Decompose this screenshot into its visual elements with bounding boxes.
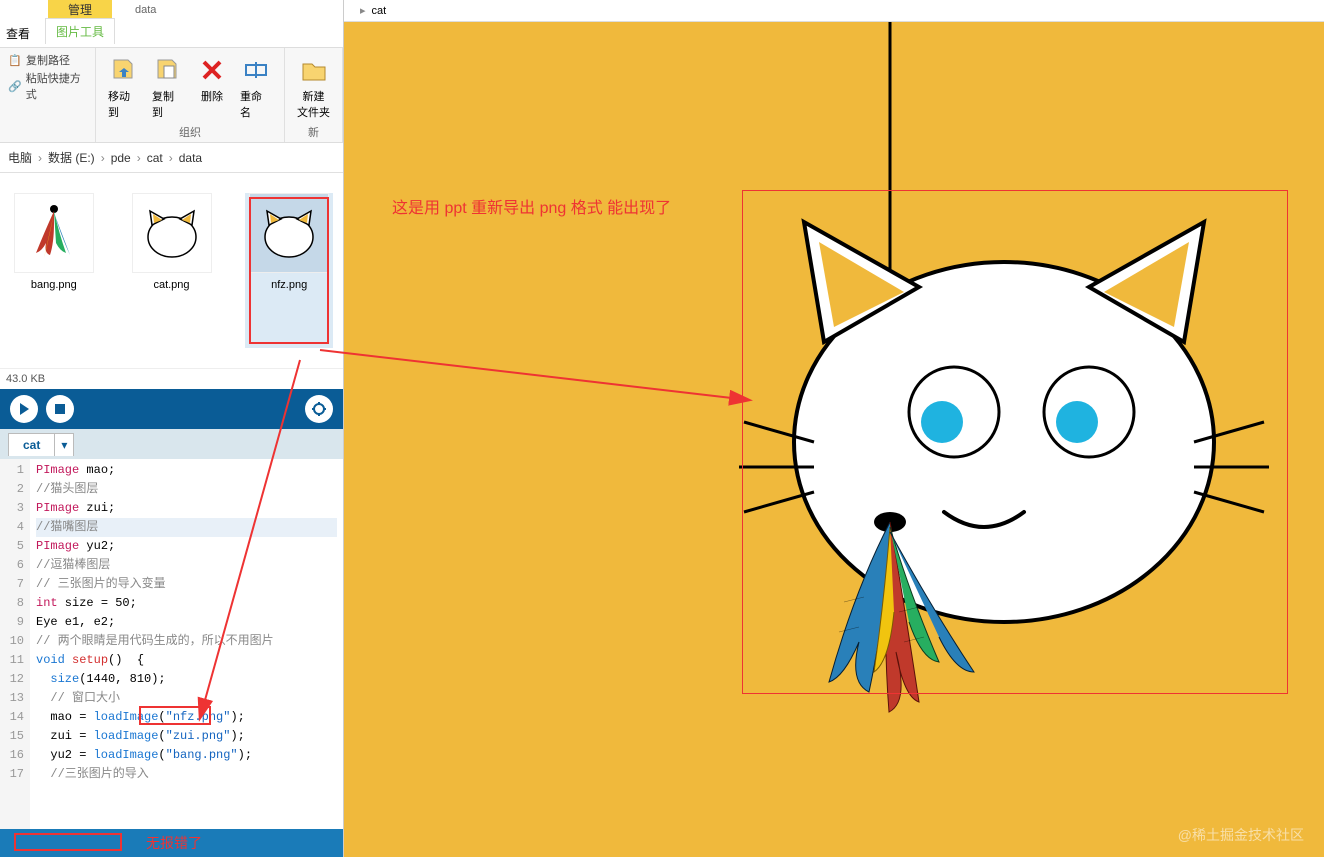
new-folder-button[interactable]: 新建 文件夹 bbox=[293, 52, 334, 122]
tab-picture-tools[interactable]: 图片工具 bbox=[45, 18, 115, 44]
tab-view[interactable]: 查看 bbox=[6, 25, 30, 42]
chevron-right-icon: › bbox=[101, 151, 105, 165]
annotation-export-note: 这是用 ppt 重新导出 png 格式 能出现了 bbox=[392, 194, 671, 218]
breadcrumb-item[interactable]: data bbox=[179, 151, 202, 165]
breadcrumb-item[interactable]: 电脑 bbox=[8, 149, 32, 166]
ide-status-bar: 无报错了 bbox=[0, 829, 343, 857]
preview-title-bar: ▸ cat bbox=[344, 0, 1324, 22]
file-name-label: cat.png bbox=[153, 279, 189, 291]
file-name-label: nfz.png bbox=[271, 279, 307, 291]
copy-path-label: 复制路径 bbox=[26, 52, 70, 68]
new-folder-icon bbox=[298, 54, 330, 86]
ide-toolbar bbox=[0, 389, 343, 429]
file-name-label: bang.png bbox=[31, 279, 77, 291]
annotation-rect-status bbox=[14, 833, 122, 851]
breadcrumb-item[interactable]: cat bbox=[147, 151, 163, 165]
copy-to-button[interactable]: 复制到 bbox=[148, 52, 188, 122]
file-size-status: 43.0 KB bbox=[0, 368, 343, 389]
preview-pane: ▸ cat bbox=[344, 0, 1324, 857]
file-item-cat[interactable]: cat.png bbox=[128, 193, 216, 348]
code-content[interactable]: PImage mao;//猫头图层PImage zui;//猫嘴图层PImage… bbox=[30, 459, 343, 829]
file-thumbnail bbox=[14, 193, 94, 273]
chevron-right-icon: › bbox=[169, 151, 173, 165]
new-group-label: 新 bbox=[308, 122, 319, 140]
new-folder-label: 新建 文件夹 bbox=[297, 88, 330, 120]
delete-button[interactable]: 删除 bbox=[192, 52, 232, 122]
line-number-gutter: 1234567891011121314151617 bbox=[0, 459, 30, 829]
chevron-right-icon: ▸ bbox=[360, 4, 366, 17]
tab-data-title: data bbox=[135, 4, 156, 16]
ribbon-group-new: 新建 文件夹 新 bbox=[285, 48, 343, 142]
move-to-icon bbox=[108, 54, 140, 86]
processing-ide: cat ▾ 1234567891011121314151617 PImage m… bbox=[0, 389, 343, 857]
breadcrumb-item[interactable]: 数据 (E:) bbox=[48, 149, 95, 166]
ide-tab-menu[interactable]: ▾ bbox=[55, 433, 74, 456]
ribbon-tab-strip: 查看 管理 图片工具 data bbox=[0, 0, 343, 48]
breadcrumb-item[interactable]: pde bbox=[111, 151, 131, 165]
file-item-bang[interactable]: bang.png bbox=[10, 193, 98, 348]
annotation-rect-cat bbox=[742, 190, 1288, 694]
preview-title-text: cat bbox=[372, 5, 387, 17]
rename-icon bbox=[240, 54, 272, 86]
file-thumbnail bbox=[249, 193, 329, 273]
run-button[interactable] bbox=[10, 395, 38, 423]
ide-tab-cat[interactable]: cat bbox=[8, 433, 55, 456]
debug-button[interactable] bbox=[305, 395, 333, 423]
chevron-right-icon: › bbox=[137, 151, 141, 165]
rename-button[interactable]: 重命名 bbox=[236, 52, 276, 122]
copy-to-label: 复制到 bbox=[152, 88, 184, 120]
move-to-button[interactable]: 移动到 bbox=[104, 52, 144, 122]
ide-tab-bar: cat ▾ bbox=[0, 429, 343, 459]
organize-group-label: 组织 bbox=[179, 122, 201, 140]
preview-canvas: 这是用 ppt 重新导出 png 格式 能出现了 @稀土掘金技术社区 bbox=[344, 22, 1324, 857]
delete-label: 删除 bbox=[201, 88, 223, 104]
watermark: @稀土掘金技术社区 bbox=[1178, 825, 1304, 845]
ribbon-group-clipboard: 📋 复制路径 🔗 粘贴快捷方式 bbox=[0, 48, 96, 142]
file-item-nfz[interactable]: nfz.png bbox=[245, 193, 333, 348]
chevron-right-icon: › bbox=[38, 151, 42, 165]
ribbon-group-organize: 移动到 复制到 删除 bbox=[96, 48, 285, 142]
paste-shortcut-button[interactable]: 🔗 粘贴快捷方式 bbox=[8, 70, 87, 102]
annotation-no-error: 无报错了 bbox=[146, 833, 202, 853]
breadcrumb[interactable]: 电脑 › 数据 (E:) › pde › cat › data bbox=[0, 143, 343, 173]
delete-icon bbox=[196, 54, 228, 86]
tab-manage-context[interactable]: 管理 bbox=[48, 0, 112, 19]
move-to-label: 移动到 bbox=[108, 88, 140, 120]
ribbon-toolbar: 📋 复制路径 🔗 粘贴快捷方式 移动到 bbox=[0, 48, 343, 143]
annotation-rect-loadimage bbox=[139, 706, 211, 725]
paste-shortcut-label: 粘贴快捷方式 bbox=[26, 70, 87, 102]
copy-path-button[interactable]: 📋 复制路径 bbox=[8, 52, 87, 68]
file-explorer-pane: 查看 管理 图片工具 data 📋 复制路径 🔗 粘贴快捷方式 bbox=[0, 0, 344, 857]
paste-shortcut-icon: 🔗 bbox=[8, 79, 22, 93]
file-thumbnail bbox=[132, 193, 212, 273]
copy-path-icon: 📋 bbox=[8, 53, 22, 67]
rename-label: 重命名 bbox=[240, 88, 272, 120]
code-editor[interactable]: 1234567891011121314151617 PImage mao;//猫… bbox=[0, 459, 343, 829]
stop-button[interactable] bbox=[46, 395, 74, 423]
file-thumbnail-area: bang.png cat.png bbox=[0, 173, 343, 368]
copy-to-icon bbox=[152, 54, 184, 86]
